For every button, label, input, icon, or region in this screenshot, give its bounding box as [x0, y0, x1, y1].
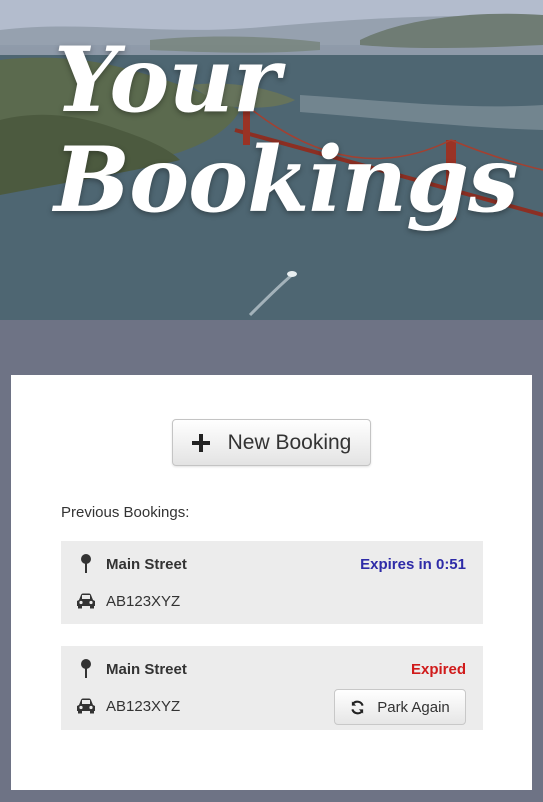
booking-location-row: Main Street Expired	[61, 657, 483, 681]
new-booking-label: New Booking	[227, 430, 352, 454]
map-pin-icon	[81, 554, 91, 573]
booking-item[interactable]: Main Street Expires in 0:51 AB123XYZ	[61, 541, 483, 624]
previous-bookings-heading: Previous Bookings:	[61, 504, 190, 521]
plus-icon	[191, 433, 210, 452]
bookings-card: New Booking Previous Bookings: Main Stre…	[11, 375, 532, 790]
map-pin-icon	[81, 659, 91, 678]
car-icon	[77, 593, 95, 609]
park-again-button[interactable]: Park Again	[334, 689, 466, 725]
car-icon	[77, 698, 95, 714]
booking-location-row: Main Street Expires in 0:51	[61, 552, 483, 576]
booking-item[interactable]: Main Street Expired AB123XYZ Park Again	[61, 646, 483, 730]
booking-status: Expires in 0:51	[360, 555, 466, 573]
booking-plate: AB123XYZ	[106, 592, 181, 610]
refresh-icon	[351, 700, 364, 714]
new-booking-button[interactable]: New Booking	[172, 419, 371, 466]
page-title: Your Bookings	[54, 27, 519, 233]
booking-location: Main Street	[106, 660, 187, 678]
park-again-label: Park Again	[377, 698, 450, 716]
booking-status: Expired	[410, 660, 466, 678]
hero-banner: Your Bookings	[0, 0, 543, 320]
booking-plate: AB123XYZ	[106, 697, 181, 715]
booking-location: Main Street	[106, 555, 187, 573]
booking-vehicle-row: AB123XYZ	[61, 589, 483, 613]
